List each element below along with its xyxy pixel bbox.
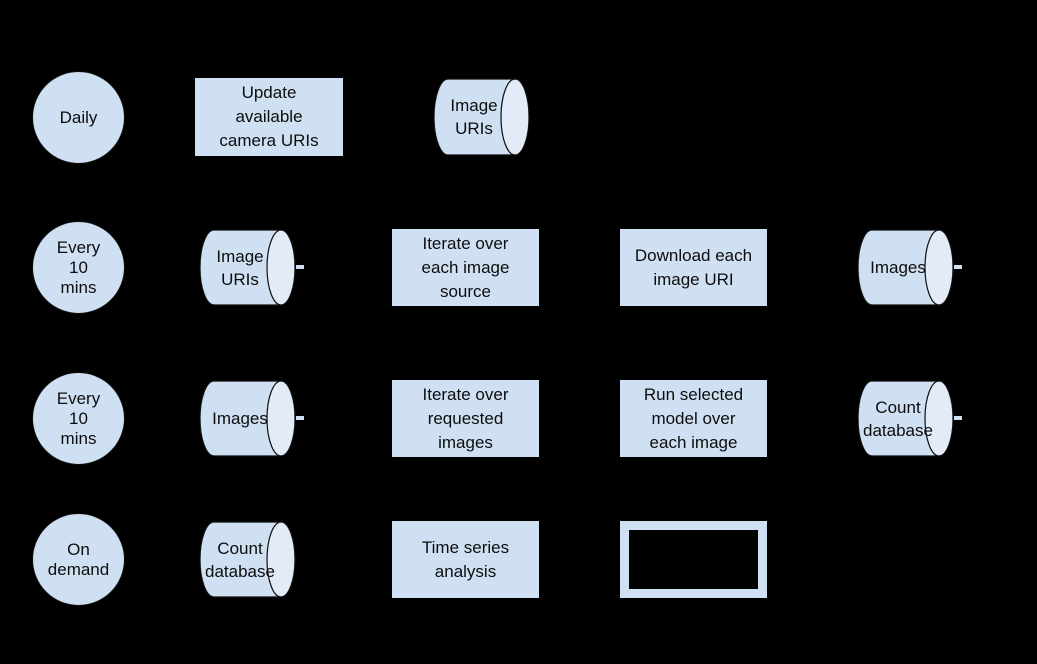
trigger-on-demand[interactable]: On demand <box>32 513 125 606</box>
datastore-images-1-label: Images <box>870 258 926 277</box>
datastore-count-database-1-label: Count database <box>863 397 933 440</box>
datastore-image-uris-1-label: Image URIs <box>450 96 498 138</box>
process-update-camera-uris-label: Update available camera URIs <box>219 83 319 150</box>
process-output-box[interactable] <box>620 521 767 598</box>
trigger-on-demand-label: On demand <box>47 539 110 579</box>
process-update-camera-uris[interactable]: Update available camera URIs <box>195 78 343 156</box>
process-iterate-requested-images[interactable]: Iterate over requested images <box>392 380 539 457</box>
datastore-image-uris-2-label: Image URIs <box>216 246 264 289</box>
process-download-image-uri-label: Download each image URI <box>634 245 753 289</box>
process-iterate-requested-images-label: Iterate over requested images <box>422 384 509 452</box>
process-run-selected-model[interactable]: Run selected model over each image <box>620 380 767 457</box>
datastore-count-database-2-label: Count database <box>205 538 275 581</box>
datastore-image-uris-1[interactable]: Image URIs <box>433 78 544 156</box>
datastore-count-database-2[interactable]: Count database <box>199 521 310 598</box>
trigger-every-10-mins-download[interactable]: Every 10 mins <box>32 221 125 314</box>
process-time-series-analysis[interactable]: Time series analysis <box>392 521 539 598</box>
datastore-count-database-1[interactable]: Count database <box>857 380 968 457</box>
flow-diagram-canvas: Daily Update available camera URIs Image… <box>0 0 1037 664</box>
datastore-images-2-label: Images <box>212 409 268 428</box>
process-iterate-image-sources[interactable]: Iterate over each image source <box>392 229 539 306</box>
trigger-every-10-mins-download-label: Every 10 mins <box>56 237 101 297</box>
process-download-image-uri[interactable]: Download each image URI <box>620 229 767 306</box>
process-run-selected-model-label: Run selected model over each image <box>643 384 744 452</box>
datastore-images-2[interactable]: Images <box>199 380 310 457</box>
datastore-images-1[interactable]: Images <box>857 229 968 306</box>
trigger-daily[interactable]: Daily <box>32 71 125 164</box>
process-time-series-analysis-label: Time series analysis <box>421 537 510 581</box>
trigger-every-10-mins-inference-label: Every 10 mins <box>56 388 101 448</box>
datastore-image-uris-2[interactable]: Image URIs <box>199 229 310 306</box>
trigger-every-10-mins-inference[interactable]: Every 10 mins <box>32 372 125 465</box>
process-iterate-image-sources-label: Iterate over each image source <box>421 233 510 301</box>
trigger-daily-label: Daily <box>59 107 98 127</box>
